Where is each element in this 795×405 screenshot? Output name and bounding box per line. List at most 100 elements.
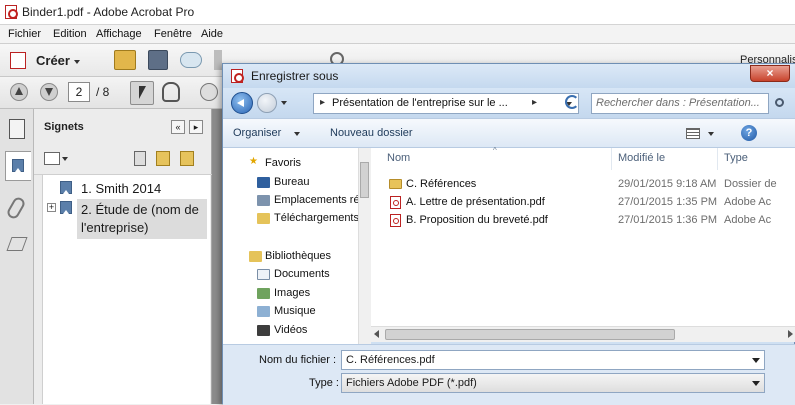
page-total: / 8 bbox=[96, 85, 110, 99]
search-input[interactable]: Rechercher dans : Présentation... bbox=[591, 93, 769, 114]
hand-tool-icon[interactable] bbox=[162, 82, 180, 102]
forward-button[interactable] bbox=[257, 93, 277, 113]
scroll-right-icon[interactable] bbox=[788, 330, 793, 338]
print-icon[interactable] bbox=[214, 50, 222, 70]
breadcrumb-path[interactable]: Présentation de l'entreprise sur le ... bbox=[332, 97, 508, 109]
menu-edition[interactable]: Edition bbox=[53, 28, 87, 40]
libraries-icon bbox=[249, 251, 262, 262]
history-dropdown-icon[interactable] bbox=[281, 101, 287, 105]
bookmark-label-line2: l'entreprise) bbox=[81, 220, 149, 235]
save-options: Nom du fichier : C. Références.pdf Type … bbox=[223, 344, 795, 405]
chevron-down-icon[interactable] bbox=[294, 132, 300, 136]
search-icon[interactable] bbox=[775, 98, 784, 107]
collapse-panel-icon[interactable]: « bbox=[171, 120, 185, 134]
filename-value: C. Références.pdf bbox=[346, 354, 435, 366]
nav-bureau[interactable]: Bureau bbox=[274, 176, 309, 188]
organize-button[interactable]: Organiser bbox=[233, 127, 281, 139]
nav-music[interactable]: Musique bbox=[274, 305, 316, 317]
page-up-icon[interactable] bbox=[10, 83, 28, 101]
table-row[interactable]: A. Lettre de présentation.pdf 27/01/2015… bbox=[371, 194, 795, 212]
cloud-upload-icon[interactable] bbox=[180, 52, 202, 68]
table-row[interactable]: B. Proposition du breveté.pdf 27/01/2015… bbox=[371, 212, 795, 230]
page-number-input[interactable]: 2 bbox=[68, 82, 90, 102]
menu-aide[interactable]: Aide bbox=[201, 28, 223, 40]
column-header-type[interactable]: Type bbox=[724, 152, 748, 164]
menu-affichage[interactable]: Affichage bbox=[96, 28, 142, 40]
select-tool-icon[interactable] bbox=[130, 81, 154, 105]
nav-downloads[interactable]: Téléchargements bbox=[274, 212, 359, 224]
open-folder-icon[interactable] bbox=[114, 50, 136, 70]
filetype-select[interactable]: Fichiers Adobe PDF (*.pdf) bbox=[341, 373, 765, 393]
chevron-down-icon bbox=[74, 60, 80, 64]
attachment-paperclip-icon[interactable] bbox=[5, 195, 27, 221]
scrollbar-thumb[interactable] bbox=[385, 329, 675, 340]
nav-images[interactable]: Images bbox=[274, 287, 310, 299]
bookmarks-tab[interactable] bbox=[5, 151, 31, 181]
new-folder-button[interactable]: Nouveau dossier bbox=[330, 127, 413, 139]
nav-recent-places[interactable]: Emplacements ré bbox=[274, 194, 360, 206]
file-type: Adobe Ac bbox=[724, 196, 772, 208]
breadcrumb-arrow-icon[interactable]: ▸ bbox=[532, 97, 537, 108]
bookmark-options-icon[interactable] bbox=[44, 152, 60, 165]
file-list-hscrollbar[interactable] bbox=[371, 326, 795, 342]
window-title: Binder1.pdf - Adobe Acrobat Pro bbox=[22, 5, 195, 19]
dialog-title: Enregistrer sous bbox=[251, 69, 339, 83]
create-pdf-icon bbox=[10, 52, 26, 69]
command-bar: Organiser Nouveau dossier ? bbox=[223, 118, 795, 148]
bookmark-icon bbox=[60, 201, 72, 214]
save-disk-icon[interactable] bbox=[148, 50, 168, 70]
nav-libraries[interactable]: Bibliothèques bbox=[265, 250, 331, 262]
menu-fenetre[interactable]: Fenêtre bbox=[154, 28, 192, 40]
create-button[interactable]: Créer bbox=[10, 50, 80, 72]
delete-bookmark-icon[interactable] bbox=[134, 151, 146, 166]
nav-documents[interactable]: Documents bbox=[274, 268, 330, 280]
create-button-label: Créer bbox=[36, 53, 70, 68]
menu-fichier[interactable]: Fichier bbox=[8, 28, 41, 40]
column-header-name[interactable]: Nom bbox=[387, 152, 410, 164]
acrobat-app-icon bbox=[5, 5, 18, 19]
address-field[interactable]: ▸ Présentation de l'entreprise sur le ..… bbox=[313, 93, 579, 114]
zoom-out-icon[interactable] bbox=[200, 83, 218, 101]
back-button[interactable] bbox=[231, 92, 253, 114]
column-header-modified[interactable]: Modifié le bbox=[618, 152, 665, 164]
desktop-icon bbox=[257, 177, 270, 188]
file-name: C. Références bbox=[406, 178, 477, 190]
dialog-titlebar: Enregistrer sous × bbox=[223, 64, 795, 88]
save-as-dialog: Enregistrer sous × ▸ Présentation de l'e… bbox=[222, 63, 795, 405]
bookmarks-tree: 1. Smith 2014 + 2. Étude de (nom de l'en… bbox=[42, 175, 210, 404]
page-thumbnails-icon[interactable] bbox=[9, 119, 25, 139]
bookmark-from-selection-icon[interactable] bbox=[180, 151, 194, 166]
refresh-icon[interactable] bbox=[565, 95, 579, 109]
pdf-file-icon bbox=[390, 196, 401, 209]
file-type: Adobe Ac bbox=[724, 214, 772, 226]
new-bookmark-icon[interactable] bbox=[156, 151, 170, 166]
page-down-icon[interactable] bbox=[40, 83, 58, 101]
file-modified: 27/01/2015 1:35 PM bbox=[618, 196, 718, 208]
scrollbar-thumb[interactable] bbox=[360, 162, 369, 198]
signature-icon[interactable] bbox=[6, 237, 28, 251]
view-options-icon[interactable] bbox=[686, 128, 700, 139]
help-icon[interactable]: ? bbox=[741, 125, 757, 141]
nav-videos[interactable]: Vidéos bbox=[274, 324, 307, 336]
file-modified: 29/01/2015 9:18 AM bbox=[618, 178, 717, 190]
nav-favorites[interactable]: Favoris bbox=[265, 157, 301, 169]
pdf-file-icon bbox=[390, 214, 401, 227]
table-row[interactable]: C. Références 29/01/2015 9:18 AM Dossier… bbox=[371, 176, 795, 194]
search-placeholder: Rechercher dans : Présentation... bbox=[596, 97, 760, 109]
bookmark-item[interactable]: 1. Smith 2014 bbox=[43, 177, 209, 199]
filetype-value: Fichiers Adobe PDF (*.pdf) bbox=[346, 377, 477, 389]
panel-options-icon[interactable]: ▸ bbox=[189, 120, 203, 134]
filename-input[interactable]: C. Références.pdf bbox=[341, 350, 765, 370]
chevron-down-icon[interactable] bbox=[708, 132, 714, 136]
videos-icon bbox=[257, 325, 270, 336]
address-bar: ▸ Présentation de l'entreprise sur le ..… bbox=[223, 88, 795, 118]
bookmark-icon bbox=[12, 159, 24, 172]
breadcrumb-arrow-icon[interactable]: ▸ bbox=[320, 97, 325, 108]
close-button[interactable]: × bbox=[750, 65, 790, 82]
expand-icon[interactable]: + bbox=[47, 203, 56, 212]
chevron-down-icon[interactable] bbox=[752, 381, 760, 386]
navigation-scrollbar[interactable] bbox=[358, 148, 371, 344]
chevron-down-icon[interactable] bbox=[752, 358, 760, 363]
sort-ascending-icon: ^ bbox=[493, 146, 497, 155]
scroll-left-icon[interactable] bbox=[374, 330, 379, 338]
